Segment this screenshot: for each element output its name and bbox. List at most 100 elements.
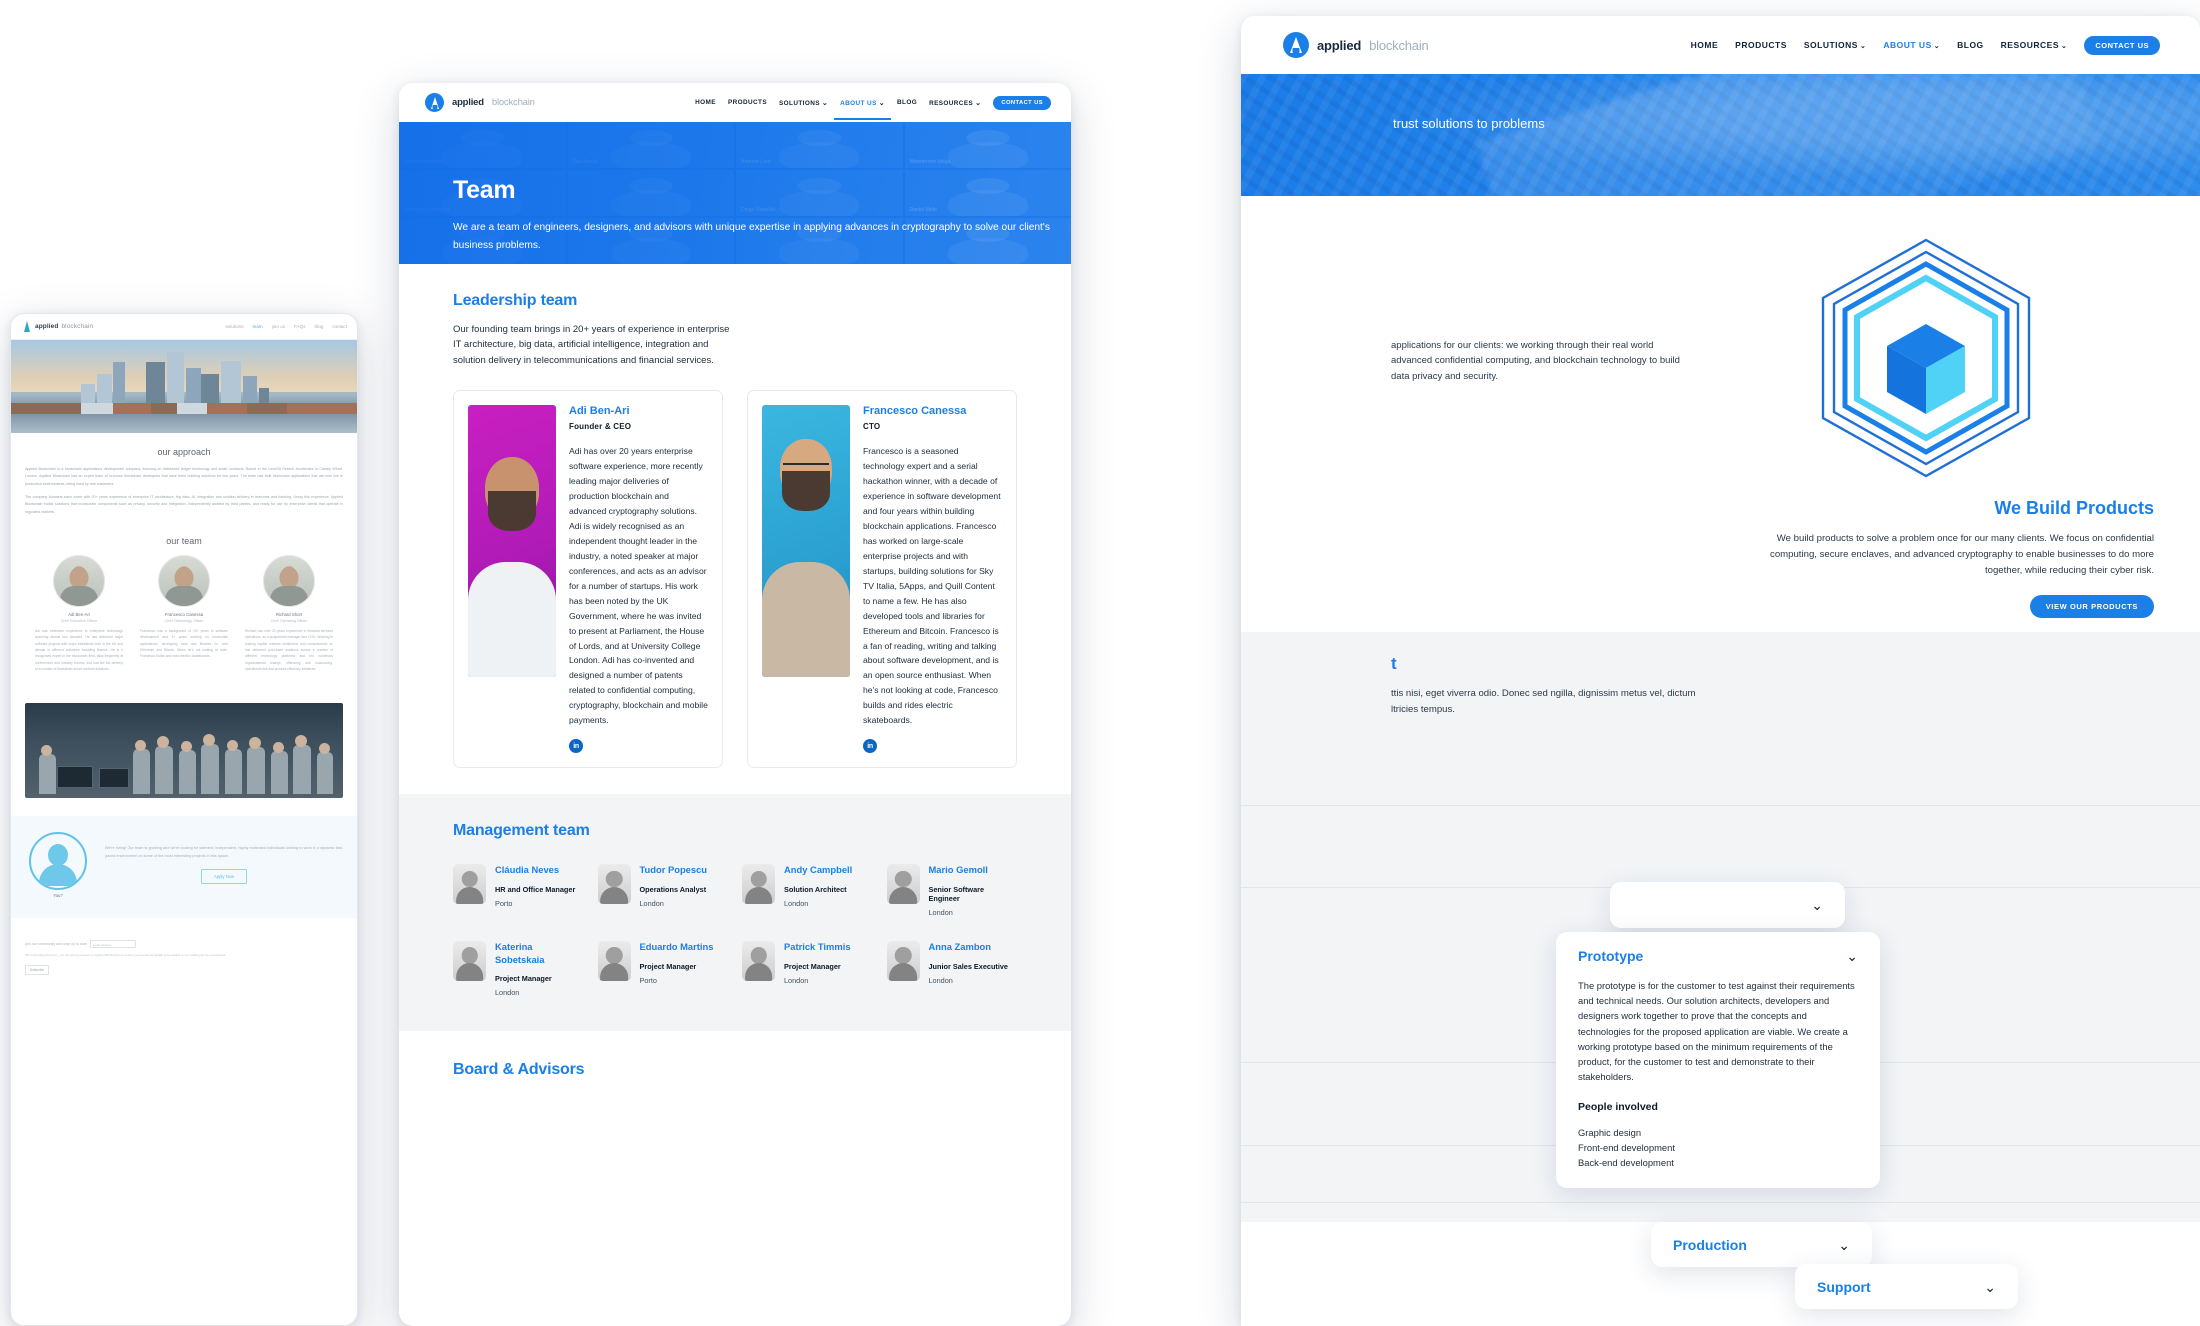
avatar: [886, 940, 920, 981]
accordion-divider: [1241, 1201, 2200, 1203]
person-name[interactable]: Anna Zambon: [929, 941, 1009, 954]
nav-item-blog[interactable]: BLOG: [897, 99, 917, 106]
legacy-navbar: applied blockchain solutions team join us…: [11, 314, 357, 340]
legacy-nav-team[interactable]: team: [253, 324, 263, 329]
brand-logo[interactable]: applied blockchain: [1283, 32, 1429, 58]
leader-info: Adi Ben-Ari Founder & CEO Adi has over 2…: [569, 405, 708, 754]
legacy-footer: join our community and stay up to date e…: [11, 918, 357, 987]
nav-item-resources[interactable]: RESOURCES ⌄: [929, 99, 981, 107]
legacy-nav-contact[interactable]: contact: [332, 324, 347, 329]
hero-subtitle: We are a team of engineers, designers, a…: [453, 222, 1050, 251]
management-section: Management team Cláudia Neves HR and Off…: [399, 794, 1071, 1032]
legacy-nav-solutions[interactable]: solutions: [225, 324, 243, 329]
apply-now-button[interactable]: Apply Now: [201, 869, 247, 885]
management-person: Tudor Popescu Operations Analyst London: [597, 864, 729, 917]
chevron-down-icon[interactable]: ⌄: [1811, 898, 1823, 912]
member-name: Richard Short: [275, 612, 303, 618]
window-legacy-site[interactable]: applied blockchain solutions team join us…: [10, 313, 358, 1326]
accordion-header[interactable]: Prototype ⌄: [1578, 948, 1858, 964]
list-item: Back-end development: [1578, 1157, 1674, 1169]
linkedin-icon[interactable]: in: [569, 739, 583, 754]
nav-item-resources[interactable]: RESOURCES ⌄: [2001, 40, 2068, 50]
person-name[interactable]: Andy Campbell: [784, 864, 852, 877]
accordion-item-support[interactable]: Support ⌄: [1795, 1264, 2018, 1309]
avatar: [453, 864, 486, 905]
person-location: London: [495, 988, 520, 998]
person-name[interactable]: Tudor Popescu: [640, 864, 708, 877]
leader-bio: Francesco is a seasoned technology exper…: [863, 446, 1001, 726]
brand-logo[interactable]: applied blockchain: [425, 93, 535, 112]
chevron-down-icon[interactable]: ⌄: [1846, 949, 1858, 963]
products-hero-headline: trust solutions to problems: [1393, 116, 1545, 131]
linkedin-icon[interactable]: in: [863, 739, 877, 754]
leadership-cards: Adi Ben-Ari Founder & CEO Adi has over 2…: [453, 390, 1017, 769]
management-person: Mario Gemoll Senior Software Engineer Lo…: [886, 864, 1018, 917]
email-field[interactable]: email address: [89, 939, 136, 948]
we-build-products-title: We Build Products: [1994, 498, 2154, 518]
person-location: London: [784, 898, 809, 908]
nav-item-home[interactable]: HOME: [695, 99, 716, 106]
management-grid: Cláudia Neves HR and Office Manager Port…: [453, 864, 1017, 997]
team-navbar: applied blockchain HOME PRODUCTS SOLUTION…: [399, 83, 1071, 122]
chevron-down-icon[interactable]: ⌄: [1984, 1280, 1996, 1294]
management-person: Eduardo Martins Project Manager Porto: [597, 940, 729, 997]
legacy-team-member: Francesco Canessa Chief Technology Offic…: [140, 555, 228, 672]
products-nav-menu: HOME PRODUCTS SOLUTIONS ⌄ ABOUT US ⌄ BLOG …: [1691, 35, 2160, 55]
legacy-nav-join-us[interactable]: join us: [272, 324, 285, 329]
people-involved-title: People involved: [1578, 1100, 1658, 1113]
avatar: [158, 555, 210, 608]
chevron-down-icon: ⌄: [821, 99, 829, 107]
nav-item-home[interactable]: HOME: [1691, 40, 1719, 50]
chevron-down-icon[interactable]: ⌄: [1838, 1238, 1850, 1252]
person-role: Senior Software Engineer: [928, 884, 985, 903]
leader-name[interactable]: Adi Ben-Ari: [569, 405, 708, 417]
team-title: our team: [166, 536, 202, 547]
nav-item-blog[interactable]: BLOG: [1957, 40, 1984, 50]
photo-glasses: [783, 463, 829, 474]
avatar: [53, 555, 105, 608]
brand-name-light: blockchain: [61, 323, 94, 330]
person-name[interactable]: Patrick Timmis: [784, 941, 851, 954]
contact-us-button[interactable]: CONTACT US: [993, 95, 1051, 110]
nav-item-about-us[interactable]: ABOUT US ⌄: [834, 99, 891, 120]
member-role: Chief Operating Officer: [270, 618, 308, 623]
accordion-item-collapsed-top[interactable]: ⌄: [1610, 882, 1845, 928]
nav-item-products[interactable]: PRODUCTS: [728, 99, 767, 106]
legacy-nav-blog[interactable]: blog: [315, 324, 324, 329]
person-name[interactable]: Mario Gemoll: [929, 864, 1018, 877]
subscribe-button[interactable]: Subscribe: [25, 965, 50, 976]
logo-mark-icon: [425, 93, 444, 112]
accordion-body-text: The prototype is for the customer to tes…: [1578, 980, 1855, 1083]
person-location: Porto: [495, 898, 513, 908]
nav-item-about-us[interactable]: ABOUT US ⌄: [1883, 40, 1940, 50]
legacy-nav-menu: solutions team join us FAQs blog contact: [225, 324, 347, 329]
person-name[interactable]: Katerina Sobetskaia: [495, 941, 584, 966]
accordion-title: Prototype: [1578, 948, 1644, 964]
legacy-nav-faqs[interactable]: FAQs: [294, 324, 306, 329]
person-name[interactable]: Cláudia Neves: [495, 864, 575, 877]
member-role: Chief Technology Officer: [164, 618, 204, 623]
brand-name-bold: applied: [35, 323, 59, 330]
legacy-brand-logo[interactable]: applied blockchain: [21, 321, 93, 332]
nav-item-solutions[interactable]: SOLUTIONS ⌄: [779, 99, 828, 107]
person-location: London: [639, 898, 664, 908]
view-our-products-button[interactable]: VIEW OUR PRODUCTS: [2029, 594, 2154, 618]
hiring-text: We're hiring! Our team is growing and we…: [105, 846, 343, 858]
photo-shirt: [468, 562, 556, 678]
management-person: Cláudia Neves HR and Office Manager Port…: [453, 864, 584, 917]
accordion-item-prototype[interactable]: Prototype ⌄ The prototype is for the cus…: [1556, 932, 1880, 1189]
nav-item-products[interactable]: PRODUCTS: [1735, 40, 1787, 50]
nav-item-solutions[interactable]: SOLUTIONS ⌄: [1804, 40, 1866, 50]
person-location: London: [928, 975, 953, 985]
products-navbar: applied blockchain HOME PRODUCTS SOLUTION…: [1241, 16, 2200, 74]
member-name: Francesco Canessa: [164, 612, 204, 618]
accordion-item-production[interactable]: Production ⌄: [1651, 1222, 1872, 1267]
person-name[interactable]: Eduardo Martins: [640, 941, 714, 954]
photo-beard: [782, 471, 830, 512]
leader-photo: [468, 405, 556, 678]
leader-name[interactable]: Francesco Canessa: [863, 405, 1002, 417]
window-team-page[interactable]: applied blockchain HOME PRODUCTS SOLUTION…: [399, 83, 1071, 1326]
subscribe-consent-text: *By submitting this form, you are giving…: [25, 952, 227, 957]
person-location: London: [784, 975, 809, 985]
contact-us-button[interactable]: CONTACT US: [2084, 35, 2160, 55]
